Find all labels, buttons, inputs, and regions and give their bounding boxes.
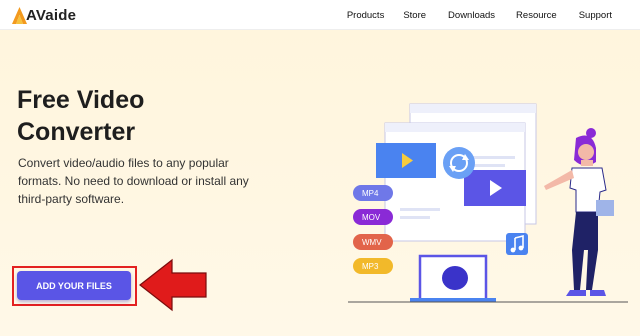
pointer-arrow-icon <box>139 258 207 312</box>
nav-item-downloads[interactable]: Downloads <box>448 10 495 21</box>
main-nav: Products Store Downloads Resource Suppor… <box>347 0 640 30</box>
video-tile-purple <box>464 170 526 206</box>
brand-logo[interactable]: AVaide <box>12 5 76 25</box>
laptop-icon <box>410 254 496 302</box>
woman-figure-icon <box>544 128 614 296</box>
music-note-icon <box>506 233 528 255</box>
nav-item-store[interactable]: Store <box>403 10 426 21</box>
hero-description: Convert video/audio files to any popular… <box>18 156 249 206</box>
video-tile-blue <box>376 143 436 178</box>
title-line-2: Converter <box>17 118 136 146</box>
nav-item-support[interactable]: Support <box>579 10 612 21</box>
convert-sync-icon <box>443 147 475 179</box>
nav-item-resource[interactable]: Resource <box>516 10 557 21</box>
nav-item-products[interactable]: Products <box>347 10 385 21</box>
format-badge-mov: MOV <box>353 209 393 225</box>
format-badge-mp3: MP3 <box>353 258 393 274</box>
logo-text: AVaide <box>26 6 77 24</box>
title-line-1: Free Video <box>17 86 145 114</box>
format-badge-mp4: MP4 <box>353 185 393 201</box>
logo-mark-icon <box>12 6 27 24</box>
page-title: Free Video Converter <box>17 84 257 148</box>
top-nav-bar: AVaide Products Store Downloads Resource… <box>0 0 640 30</box>
format-badge-wmv: WMV <box>353 234 393 250</box>
add-your-files-button[interactable]: ADD YOUR FILES <box>17 271 131 300</box>
